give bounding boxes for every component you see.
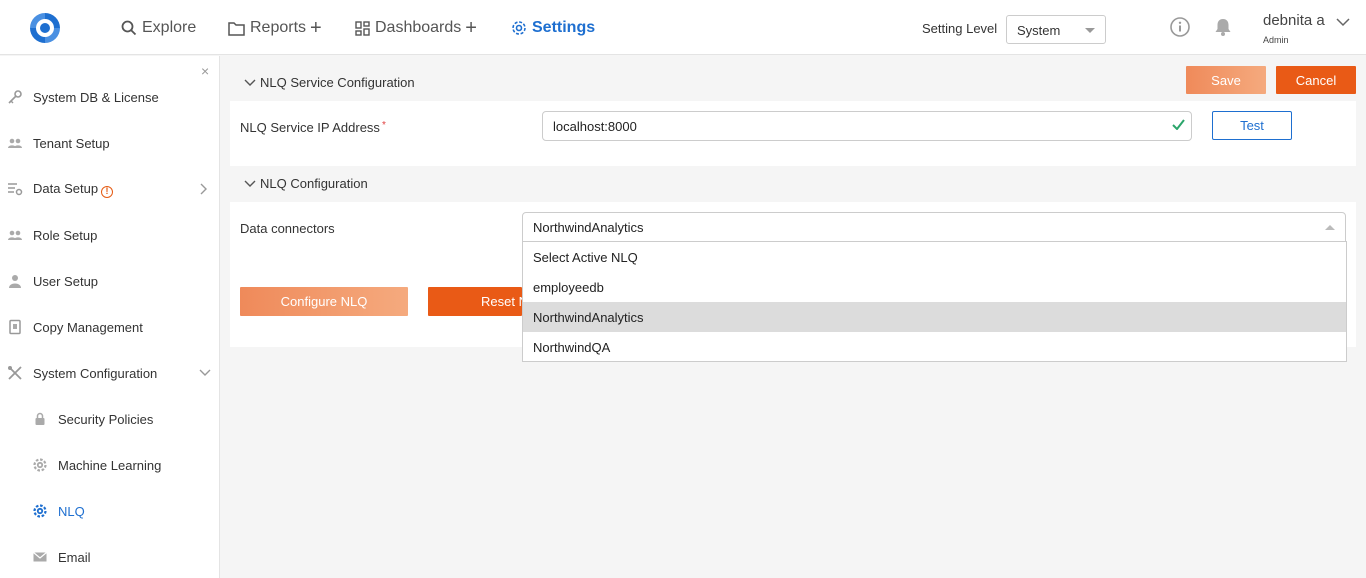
dropdown-option-selected[interactable]: NorthwindAnalytics xyxy=(523,302,1346,332)
sidebar-item-label-wrap: Data Setup! xyxy=(33,180,114,198)
chevron-right-icon[interactable] xyxy=(200,183,208,195)
caret-down-icon xyxy=(1085,28,1095,33)
nav-explore[interactable]: Explore xyxy=(121,17,196,39)
info-icon[interactable] xyxy=(1169,16,1191,38)
section-toggle-nlq-config[interactable]: NLQ Configuration xyxy=(244,176,368,191)
caret-up-icon xyxy=(1325,225,1335,230)
dropdown-option[interactable]: Select Active NLQ xyxy=(523,242,1346,272)
folder-icon xyxy=(228,21,245,36)
sidebar-item-label: System DB & License xyxy=(33,89,159,105)
nav-dashboards[interactable]: Dashboards + xyxy=(355,17,477,39)
save-button[interactable]: Save xyxy=(1186,66,1266,94)
lock-icon xyxy=(35,412,45,425)
sidebar-item-email[interactable]: Email xyxy=(0,539,219,575)
section-toggle-nlq-service[interactable]: NLQ Service Configuration xyxy=(244,75,415,90)
sidebar-item-data-setup[interactable]: Data Setup! xyxy=(0,171,219,207)
sidebar-item-label: Data Setup xyxy=(33,180,99,196)
configure-nlq-button[interactable]: Configure NLQ xyxy=(240,287,408,316)
gear-icon xyxy=(33,504,47,518)
setting-level-select[interactable]: System xyxy=(1006,15,1106,44)
dashboard-grid-icon xyxy=(355,20,370,36)
bell-icon[interactable] xyxy=(1212,16,1234,38)
required-mark: * xyxy=(381,120,386,131)
sidebar-item-label: Security Policies xyxy=(58,411,154,427)
app-logo-icon[interactable] xyxy=(28,11,62,45)
chevron-down-icon[interactable] xyxy=(199,369,211,377)
sidebar-item-nlq[interactable]: NLQ xyxy=(0,493,219,529)
sidebar-item-label: Machine Learning xyxy=(58,457,162,473)
nav-settings-label: Settings xyxy=(532,19,596,36)
dropdown-option[interactable]: NorthwindQA xyxy=(523,332,1346,362)
close-icon[interactable]: × xyxy=(201,63,209,79)
data-settings-icon xyxy=(8,183,23,196)
section-title-nlq-service: NLQ Service Configuration xyxy=(260,75,415,90)
search-icon xyxy=(121,20,137,36)
sidebar: × System DB & License Tenant Setup Data … xyxy=(0,56,220,578)
users-icon xyxy=(8,230,22,240)
setting-level-label: Setting Level xyxy=(922,21,998,36)
data-connectors-dropdown: Select Active NLQ employeedb NorthwindAn… xyxy=(522,241,1347,362)
sidebar-item-machine-learning[interactable]: Machine Learning xyxy=(0,447,219,483)
data-connectors-label: Data connectors xyxy=(240,221,335,236)
users-icon xyxy=(8,138,22,148)
mail-icon xyxy=(33,552,47,562)
chevron-down-icon xyxy=(244,79,256,86)
setting-level-value: System xyxy=(1017,23,1061,38)
sidebar-item-user-setup[interactable]: User Setup xyxy=(0,263,219,299)
test-button[interactable]: Test xyxy=(1212,111,1292,140)
gear-icon xyxy=(33,458,47,472)
sidebar-item-label: NLQ xyxy=(58,503,85,519)
user-name[interactable]: debnita a xyxy=(1263,12,1325,29)
sidebar-item-label: User Setup xyxy=(33,273,99,289)
top-header: Explore Reports + Dashboards + Settings … xyxy=(0,0,1366,55)
ip-address-label: NLQ Service IP Address * xyxy=(240,120,386,135)
tools-icon xyxy=(8,366,22,380)
nav-dashboards-label: Dashboards xyxy=(375,19,462,36)
checkmark-icon xyxy=(1172,119,1185,130)
cancel-button[interactable]: Cancel xyxy=(1276,66,1356,94)
ip-address-value: localhost:8000 xyxy=(553,119,637,134)
sidebar-item-label: Email xyxy=(58,549,91,565)
key-icon xyxy=(8,90,22,104)
user-role: Admin xyxy=(1263,35,1289,45)
chevron-down-icon xyxy=(244,180,256,187)
nav-settings[interactable]: Settings xyxy=(511,17,595,39)
ip-address-input[interactable]: localhost:8000 xyxy=(542,111,1192,141)
nav-explore-label: Explore xyxy=(142,19,197,36)
nav-reports[interactable]: Reports + xyxy=(228,17,322,39)
add-report-icon[interactable]: + xyxy=(310,18,322,38)
sidebar-item-security-policies[interactable]: Security Policies xyxy=(0,401,219,437)
sidebar-item-system-configuration[interactable]: System Configuration xyxy=(0,355,219,391)
reset-nlq-button[interactable]: Reset NLQ xyxy=(428,287,522,316)
sidebar-item-role-setup[interactable]: Role Setup xyxy=(0,217,219,253)
copy-icon xyxy=(9,319,21,335)
data-connectors-select[interactable]: NorthwindAnalytics xyxy=(522,212,1346,242)
sidebar-item-label: Tenant Setup xyxy=(33,135,110,151)
user-icon xyxy=(9,275,21,288)
gear-icon xyxy=(512,21,526,35)
ip-address-label-text: NLQ Service IP Address xyxy=(240,120,380,135)
dropdown-option[interactable]: employeedb xyxy=(523,272,1346,302)
add-dashboard-icon[interactable]: + xyxy=(465,18,477,38)
sidebar-item-copy-management[interactable]: Copy Management xyxy=(0,309,219,345)
chevron-down-icon[interactable] xyxy=(1336,17,1350,27)
sidebar-item-label: Copy Management xyxy=(33,319,143,335)
sidebar-item-tenant-setup[interactable]: Tenant Setup xyxy=(0,125,219,161)
sidebar-item-label: Role Setup xyxy=(33,227,98,243)
nav-reports-label: Reports xyxy=(250,19,307,36)
section-title-nlq-config: NLQ Configuration xyxy=(260,176,368,191)
sidebar-item-label: System Configuration xyxy=(33,365,158,381)
warning-icon: ! xyxy=(101,185,114,198)
sidebar-item-system-db[interactable]: System DB & License xyxy=(0,79,219,115)
data-connectors-value: NorthwindAnalytics xyxy=(533,220,644,235)
